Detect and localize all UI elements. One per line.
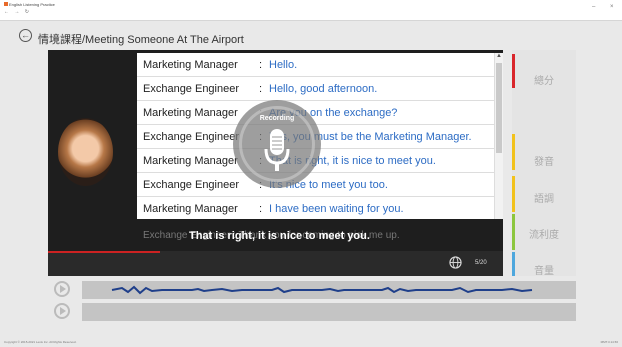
avatar bbox=[58, 118, 113, 186]
sentence-counter: 5/20 bbox=[475, 260, 487, 266]
separator: : bbox=[259, 83, 263, 95]
dialog-row[interactable]: Marketing Manager : Hello. bbox=[137, 53, 494, 77]
window-title: English Listening Practice bbox=[9, 2, 55, 7]
play-original-button[interactable] bbox=[54, 281, 70, 297]
stage-controls bbox=[48, 251, 503, 276]
separator: : bbox=[259, 203, 263, 215]
score-fluency[interactable]: 流利度 bbox=[512, 226, 576, 241]
play-recording-button[interactable] bbox=[54, 303, 70, 319]
dialog-line[interactable]: Hello, good afternoon. bbox=[269, 83, 377, 95]
scroll-up-icon[interactable]: ▲ bbox=[495, 53, 503, 61]
close-button[interactable]: × bbox=[610, 4, 614, 10]
recording-overlay[interactable]: Recording bbox=[233, 100, 321, 188]
dialog-line[interactable]: Hello. bbox=[269, 59, 297, 71]
dialog-row[interactable]: Exchange Engineer : Hello, good afternoo… bbox=[137, 77, 494, 101]
page-header: ← 情境課程/Meeting Someone At The Airport bbox=[0, 21, 622, 49]
version-text: MMT.3.14.56 bbox=[600, 340, 618, 344]
copyright-text: Copyright © 2015-2021 Lexis Inc. All Rig… bbox=[4, 340, 77, 344]
dialog-line[interactable]: I have been waiting for you. bbox=[269, 203, 404, 215]
app-icon bbox=[4, 2, 8, 6]
dialog-scrollbar[interactable]: ▲ bbox=[494, 53, 503, 219]
scroll-thumb[interactable] bbox=[496, 63, 502, 153]
subtitle-bar: Exchange Engineer : Thank you for coming… bbox=[137, 223, 494, 249]
speaker-label: Marketing Manager bbox=[143, 155, 238, 167]
score-volume[interactable]: 音量 bbox=[512, 262, 576, 277]
window-titlebar: English Listening Practice ← → ↻ – × bbox=[0, 0, 622, 21]
score-total[interactable]: 總分 bbox=[512, 72, 576, 87]
globe-icon[interactable] bbox=[449, 256, 462, 269]
separator: : bbox=[259, 59, 263, 71]
subtitle-text: That is right, it is nice to meet you. bbox=[189, 230, 370, 242]
waveform-original[interactable] bbox=[82, 281, 576, 299]
microphone-icon bbox=[264, 129, 290, 171]
score-pronunciation[interactable]: 發音 bbox=[512, 153, 576, 168]
speaker-label: Marketing Manager bbox=[143, 107, 238, 119]
speaker-label: Marketing Manager bbox=[143, 203, 238, 215]
browser-nav[interactable]: ← → ↻ bbox=[4, 9, 31, 15]
recording-label: Recording bbox=[259, 115, 295, 122]
progress-indicator bbox=[48, 251, 160, 253]
waveform-original-graphic bbox=[111, 285, 533, 295]
back-arrow-icon[interactable]: ← bbox=[19, 29, 32, 42]
dialog-row[interactable]: Exchange Engineer : It's nice to meet yo… bbox=[137, 173, 494, 197]
waveform-area bbox=[48, 279, 576, 321]
page-title: 情境課程/Meeting Someone At The Airport bbox=[38, 34, 244, 46]
waveform-recording[interactable] bbox=[82, 303, 576, 321]
speaker-label: Marketing Manager bbox=[143, 59, 238, 71]
score-panel: 總分 發音 語調 流利度 音量 bbox=[512, 50, 576, 277]
minimize-button[interactable]: – bbox=[592, 4, 595, 10]
score-intonation[interactable]: 語調 bbox=[512, 190, 576, 205]
speaker-label: Exchange Engineer bbox=[143, 179, 240, 191]
speaker-label: Exchange Engineer bbox=[143, 131, 240, 143]
dialog-row[interactable]: Marketing Manager : I have been waiting … bbox=[137, 197, 494, 219]
play-icon bbox=[60, 307, 66, 315]
speaker-label: Exchange Engineer bbox=[143, 83, 240, 95]
play-icon bbox=[60, 285, 66, 293]
